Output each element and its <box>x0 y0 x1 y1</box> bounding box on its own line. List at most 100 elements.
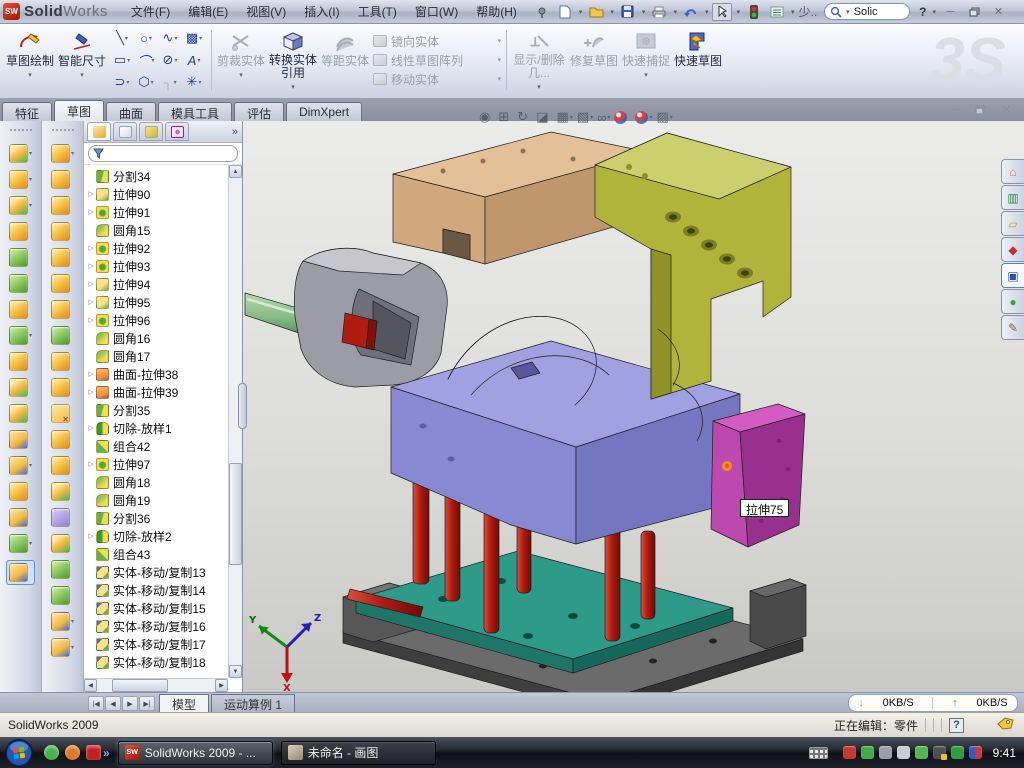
open-icon[interactable] <box>586 3 606 21</box>
chamfer-icon[interactable]: ▾ <box>9 222 32 241</box>
tree-item[interactable]: 分割34 <box>86 167 228 185</box>
undo-icon[interactable] <box>681 3 701 21</box>
expand-arrow-icon[interactable] <box>86 532 96 540</box>
antivirus-tray-icon[interactable] <box>861 746 874 759</box>
reference-point-icon[interactable]: ▾ <box>9 456 32 475</box>
expand-arrow-icon[interactable] <box>86 370 96 378</box>
knit-surface-icon[interactable]: ▾ <box>51 534 74 553</box>
dimxpertmanager-tab[interactable] <box>165 122 189 141</box>
select-icon[interactable] <box>712 3 732 21</box>
sync-tray-icon[interactable] <box>969 746 982 759</box>
fillet-feature-icon[interactable]: ▾ <box>9 196 32 215</box>
text-tool-icon[interactable]: A▾ <box>182 49 206 71</box>
expand-arrow-icon[interactable] <box>86 388 96 396</box>
curve-icon[interactable]: ▾ <box>51 612 74 631</box>
reference-plane-icon[interactable]: ▾ <box>9 482 32 501</box>
appearances-scenes-tab[interactable]: ● <box>1001 289 1024 314</box>
latch-lock-part[interactable] <box>294 248 447 387</box>
spline-surface-icon[interactable]: ▾ <box>51 638 74 657</box>
expand-arrow-icon[interactable] <box>86 316 96 324</box>
tab-evaluate[interactable]: 评估 <box>234 102 284 121</box>
tree-item[interactable]: 分割36 <box>86 509 228 527</box>
network-speed-widget[interactable]: ↓ 0KB/S ↑ 0KB/S <box>848 694 1018 712</box>
doc-minimize-button[interactable]: ─ <box>945 102 964 117</box>
filter-input[interactable] <box>88 145 238 162</box>
tree-item[interactable]: 组合42 <box>86 437 228 455</box>
instant3d-icon[interactable]: ▾ <box>6 560 35 585</box>
tree-item[interactable]: 实体-移动/复制14 <box>86 581 228 599</box>
display-delete-relations-button[interactable]: ⊥ 显示/删除几... ▾ <box>510 26 568 94</box>
help-button[interactable]: ? <box>919 5 926 19</box>
expand-arrow-icon[interactable] <box>86 280 96 288</box>
mold-assembly-model[interactable]: Y Z X <box>243 121 1022 692</box>
view-orientation-icon[interactable]: ▦▾ <box>557 109 573 125</box>
zoom-area-icon[interactable]: ⊞▾ <box>498 109 513 125</box>
expand-arrow-icon[interactable] <box>86 298 96 306</box>
shell-icon[interactable]: ▾ <box>9 248 32 267</box>
panel-tabs-more-button[interactable]: » <box>232 126 238 138</box>
reference-axis-icon[interactable]: ▾ <box>9 508 32 527</box>
doc-close-button[interactable]: ✕ <box>997 102 1016 117</box>
replace-face-icon[interactable]: ▾ <box>51 430 74 449</box>
taskbar-clock[interactable]: 9:41 <box>993 746 1016 760</box>
apply-scene-icon[interactable]: ▾ <box>635 111 652 124</box>
split-feature-icon[interactable]: ▾ <box>9 378 32 397</box>
tab-mold-tools[interactable]: 模具工具 <box>158 102 232 121</box>
thicken-icon[interactable]: ▾ <box>51 352 74 371</box>
messenger-quicklaunch-icon[interactable] <box>44 745 59 760</box>
menu-edit[interactable]: 编辑(E) <box>179 3 237 20</box>
security-alert-tray-icon[interactable] <box>843 746 856 759</box>
tree-item[interactable]: 曲面-拉伸38 <box>86 365 228 383</box>
tree-item[interactable]: 圆角17 <box>86 347 228 365</box>
slide-block-part[interactable] <box>711 404 805 547</box>
tab-sketch[interactable]: 草图 <box>54 100 104 121</box>
tag-icon[interactable] <box>997 717 1014 733</box>
start-button[interactable] <box>4 738 34 768</box>
move-entities-button[interactable]: 移动实体 ▾ <box>373 71 501 88</box>
point-tool-icon[interactable]: ✳▾ <box>182 71 206 93</box>
freeform-icon[interactable]: ▾ <box>51 586 74 605</box>
delete-face-icon[interactable]: ▾ <box>51 404 74 423</box>
combine-feature-icon[interactable]: ▾ <box>9 404 32 423</box>
configurationmanager-tab[interactable] <box>139 122 163 141</box>
network-warning-tray-icon[interactable] <box>933 746 946 759</box>
sketch-button[interactable]: 草图绘制 ▾ <box>4 26 56 94</box>
featuremanager-tab[interactable] <box>87 122 111 141</box>
pin-icon[interactable] <box>532 3 552 21</box>
scroll-down-icon[interactable]: ▼ <box>229 665 242 678</box>
draft-icon[interactable]: ▾ <box>9 274 32 293</box>
move-copy-body-icon[interactable]: ▾ <box>9 430 32 449</box>
circle-tool-icon[interactable]: ○▾ <box>134 27 158 49</box>
toolbar-overflow-label[interactable]: 少.. <box>799 3 818 20</box>
linear-sketch-pattern-button[interactable]: 线性草图阵列 ▾ <box>373 52 501 69</box>
tree-item[interactable]: 曲面-拉伸39 <box>86 383 228 401</box>
tree-item[interactable]: 实体-移动/复制15 <box>86 599 228 617</box>
tree-item[interactable]: 实体-移动/复制16 <box>86 617 228 635</box>
boundary-surface-icon[interactable]: ▾ <box>51 248 74 267</box>
tree-item[interactable]: 圆角19 <box>86 491 228 509</box>
tree-item[interactable]: 实体-移动/复制18 <box>86 653 228 671</box>
offset-surface-icon[interactable]: ▾ <box>51 274 74 293</box>
toolbox-tab[interactable]: ◆ <box>1001 237 1024 262</box>
expand-arrow-icon[interactable] <box>86 244 96 252</box>
quick-snaps-button[interactable]: 快速捕捉 ▾ <box>620 26 672 94</box>
solidworks-quicklaunch-icon[interactable] <box>86 745 101 760</box>
print-icon[interactable] <box>649 3 669 21</box>
surface-flange-icon[interactable]: ▾ <box>51 326 74 345</box>
trim-entities-button[interactable]: 剪裁实体 ▾ <box>215 26 267 94</box>
menu-help[interactable]: 帮助(H) <box>467 3 526 20</box>
elbow-surface-icon[interactable]: ▾ <box>51 378 74 397</box>
model-tab[interactable]: 模型 <box>159 694 209 712</box>
wrap-icon[interactable]: ▾ <box>9 300 32 319</box>
expand-arrow-icon[interactable] <box>86 208 96 216</box>
panel-splitter-handle[interactable] <box>238 383 247 429</box>
mirror-feature-icon[interactable]: ▾ <box>9 352 32 371</box>
tree-item[interactable]: 切除-放样2 <box>86 527 228 545</box>
expand-arrow-icon[interactable] <box>86 460 96 468</box>
scroll-up-icon[interactable]: ▲ <box>229 165 242 178</box>
curve-feature-icon[interactable]: ▾ <box>9 534 32 553</box>
tree-item[interactable]: 拉伸92 <box>86 239 228 257</box>
options-icon[interactable] <box>767 3 787 21</box>
tree-item[interactable]: 拉伸90 <box>86 185 228 203</box>
health-tray-icon[interactable] <box>951 746 964 759</box>
